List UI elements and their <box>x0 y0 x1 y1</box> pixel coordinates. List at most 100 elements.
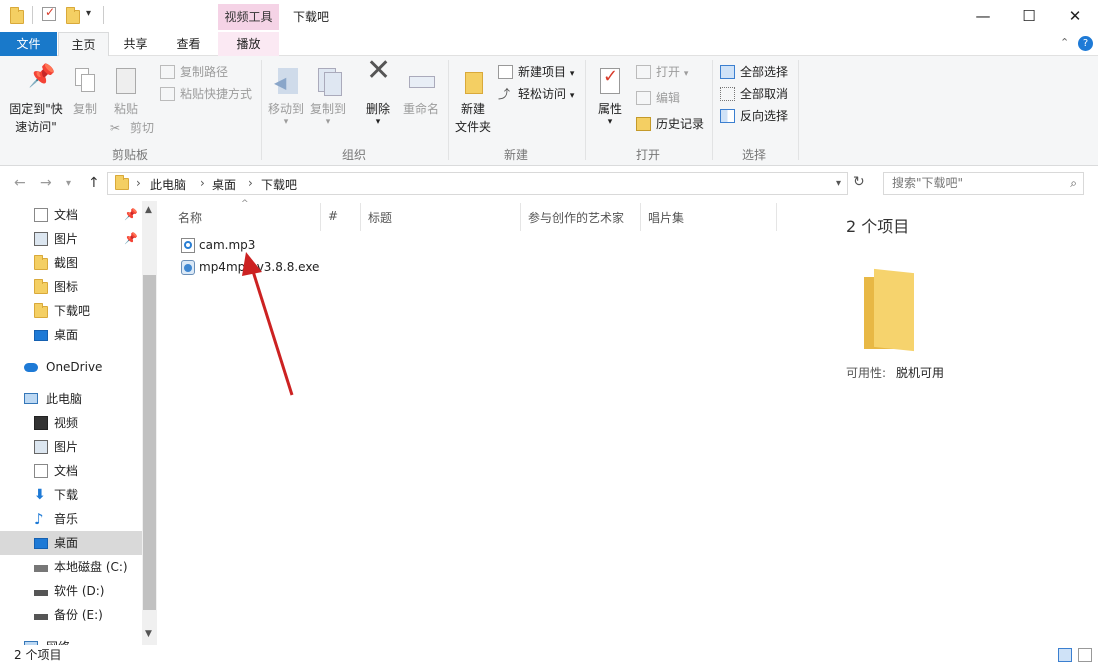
edit-button[interactable]: 编辑 <box>636 88 680 108</box>
delete-x-icon: ✕ <box>366 53 392 88</box>
large-icons-view-icon[interactable] <box>1078 648 1092 662</box>
rename-button[interactable]: 重命名 <box>400 66 442 118</box>
drive-icon <box>34 590 48 596</box>
back-arrow-icon[interactable]: ← <box>14 175 26 191</box>
edit-icon <box>636 91 651 105</box>
recent-locations-chevron-icon[interactable]: ▾ <box>66 178 71 189</box>
new-item-button[interactable]: 新建项目 ▾ <box>498 62 574 82</box>
tab-play[interactable]: 播放 <box>218 32 279 56</box>
breadcrumb-this-pc[interactable]: 此电脑 <box>150 176 186 193</box>
maximize-button[interactable]: ☐ <box>1006 0 1052 32</box>
chevron-right-icon[interactable]: › <box>200 176 205 190</box>
column-header-artist[interactable]: 参与创作的艺术家 <box>528 209 624 226</box>
select-all-button[interactable]: 全部选择 <box>720 62 788 82</box>
paste-button[interactable]: 粘贴 <box>110 66 142 118</box>
availability-label: 可用性: <box>846 366 887 380</box>
computer-icon <box>24 393 38 404</box>
new-folder-icon[interactable] <box>66 7 80 24</box>
nav-scrollbar-thumb[interactable] <box>143 275 156 610</box>
invert-selection-button[interactable]: 反向选择 <box>720 106 788 126</box>
column-header-name[interactable]: 名称 <box>178 209 202 226</box>
paste-shortcut-icon <box>160 87 175 101</box>
properties-button[interactable]: ✓ 属性 ▾ <box>592 66 628 127</box>
tab-view[interactable]: 查看 <box>163 32 214 56</box>
up-arrow-icon[interactable]: ↑ <box>88 175 100 191</box>
nav-item-pictures[interactable]: 图片 📌 <box>0 227 142 251</box>
move-to-button[interactable]: ◀ 移动到 ▾ <box>266 66 306 127</box>
nav-item-this-pc[interactable]: 此电脑 <box>0 387 142 411</box>
chevron-up-icon[interactable]: ▲ <box>145 205 152 215</box>
drive-icon <box>34 614 48 620</box>
nav-item-videos[interactable]: 视频 <box>0 411 142 435</box>
select-none-button[interactable]: 全部取消 <box>720 84 788 104</box>
tab-file[interactable]: 文件 <box>0 32 57 56</box>
chevron-right-icon[interactable]: › <box>136 176 141 190</box>
tab-home[interactable]: 主页 <box>58 32 109 57</box>
delete-button[interactable]: ✕ 删除 ▾ <box>362 53 394 127</box>
pin-icon: 📌 <box>124 232 138 245</box>
nav-item-downloads[interactable]: ⬇ 下载 <box>0 483 142 507</box>
nav-item-icons[interactable]: 图标 <box>0 275 142 299</box>
nav-item-pictures-pc[interactable]: 图片 <box>0 435 142 459</box>
ribbon-tabs: 文件 主页 共享 查看 播放 ⌃ ? <box>0 32 1098 57</box>
column-header-title[interactable]: 标题 <box>368 209 392 226</box>
customize-quick-access-icon[interactable]: ▾ <box>86 8 91 19</box>
refresh-icon[interactable]: ↻ <box>853 174 865 190</box>
open-button[interactable]: 打开 ▾ <box>636 62 688 82</box>
nav-item-download-folder[interactable]: 下载吧 <box>0 299 142 323</box>
paste-shortcut-button[interactable]: 粘贴快捷方式 <box>160 84 252 104</box>
copy-path-button[interactable]: 复制路径 <box>160 62 228 82</box>
nav-item-music[interactable]: ♪ 音乐 <box>0 507 142 531</box>
nav-item-onedrive[interactable]: OneDrive <box>0 355 142 379</box>
scissors-icon: ✂ <box>110 121 121 135</box>
breadcrumb-desktop[interactable]: 桌面 <box>212 176 236 193</box>
address-dropdown-icon[interactable]: ▾ <box>836 178 841 189</box>
history-button[interactable]: 历史记录 <box>636 114 704 134</box>
column-header-album[interactable]: 唱片集 <box>648 209 684 226</box>
divider <box>261 60 262 160</box>
music-note-icon: ♪ <box>34 510 44 528</box>
search-input[interactable]: 搜索"下载吧" ⌕ <box>883 172 1084 195</box>
properties-checkmark-icon[interactable]: ✓ <box>42 5 56 21</box>
organize-group-label: 组织 <box>341 148 366 162</box>
drive-icon <box>34 565 48 572</box>
new-group-label: 新建 <box>503 148 528 162</box>
cut-button[interactable]: ✂ 剪切 <box>110 118 154 138</box>
select-group-label: 选择 <box>741 148 766 162</box>
copy-to-icon <box>312 66 344 98</box>
close-button[interactable]: ✕ <box>1052 0 1098 32</box>
divider <box>520 203 521 231</box>
divider <box>103 6 104 24</box>
collapse-ribbon-icon[interactable]: ⌃ <box>1060 36 1069 49</box>
column-header-number[interactable]: # <box>328 209 338 223</box>
folder-large-icon <box>862 268 914 353</box>
nav-item-desktop-quick[interactable]: 桌面 <box>0 323 142 347</box>
help-icon[interactable]: ? <box>1078 36 1093 51</box>
nav-item-drive-d[interactable]: 软件 (D:) <box>0 579 142 603</box>
download-arrow-icon: ⬇ <box>34 487 46 503</box>
nav-item-screenshots[interactable]: 截图 <box>0 251 142 275</box>
breadcrumb-download[interactable]: 下载吧 <box>261 176 297 193</box>
search-icon: ⌕ <box>1070 176 1077 190</box>
nav-item-documents[interactable]: 文档 📌 <box>0 203 142 227</box>
copy-to-button[interactable]: 复制到 ▾ <box>308 66 348 127</box>
chevron-down-icon[interactable]: ▼ <box>145 629 152 639</box>
minimize-button[interactable]: — <box>960 0 1006 32</box>
nav-item-network[interactable]: 网络 <box>0 635 142 645</box>
chevron-right-icon[interactable]: › <box>248 176 253 190</box>
nav-item-drive-e[interactable]: 备份 (E:) <box>0 603 142 627</box>
new-folder-button[interactable]: 新建 文件夹 <box>452 66 494 136</box>
address-box[interactable]: › 此电脑 › 桌面 › 下载吧 ▾ <box>107 172 848 195</box>
annotation-arrow <box>242 252 294 396</box>
forward-arrow-icon[interactable]: → <box>40 175 52 191</box>
nav-item-drive-c[interactable]: 本地磁盘 (C:) <box>0 555 142 579</box>
copy-icon <box>73 66 97 98</box>
nav-item-documents-pc[interactable]: 文档 <box>0 459 142 483</box>
nav-item-desktop[interactable]: 桌面 <box>0 531 142 555</box>
divider <box>360 203 361 231</box>
pin-quick-access-button[interactable]: 📌 固定到"快 速访问" <box>6 66 66 136</box>
copy-button[interactable]: 复制 <box>70 66 100 118</box>
details-view-icon[interactable] <box>1058 648 1072 662</box>
easy-access-button[interactable]: ⤴ 轻松访问 ▾ <box>498 84 574 104</box>
tab-share[interactable]: 共享 <box>110 32 161 56</box>
